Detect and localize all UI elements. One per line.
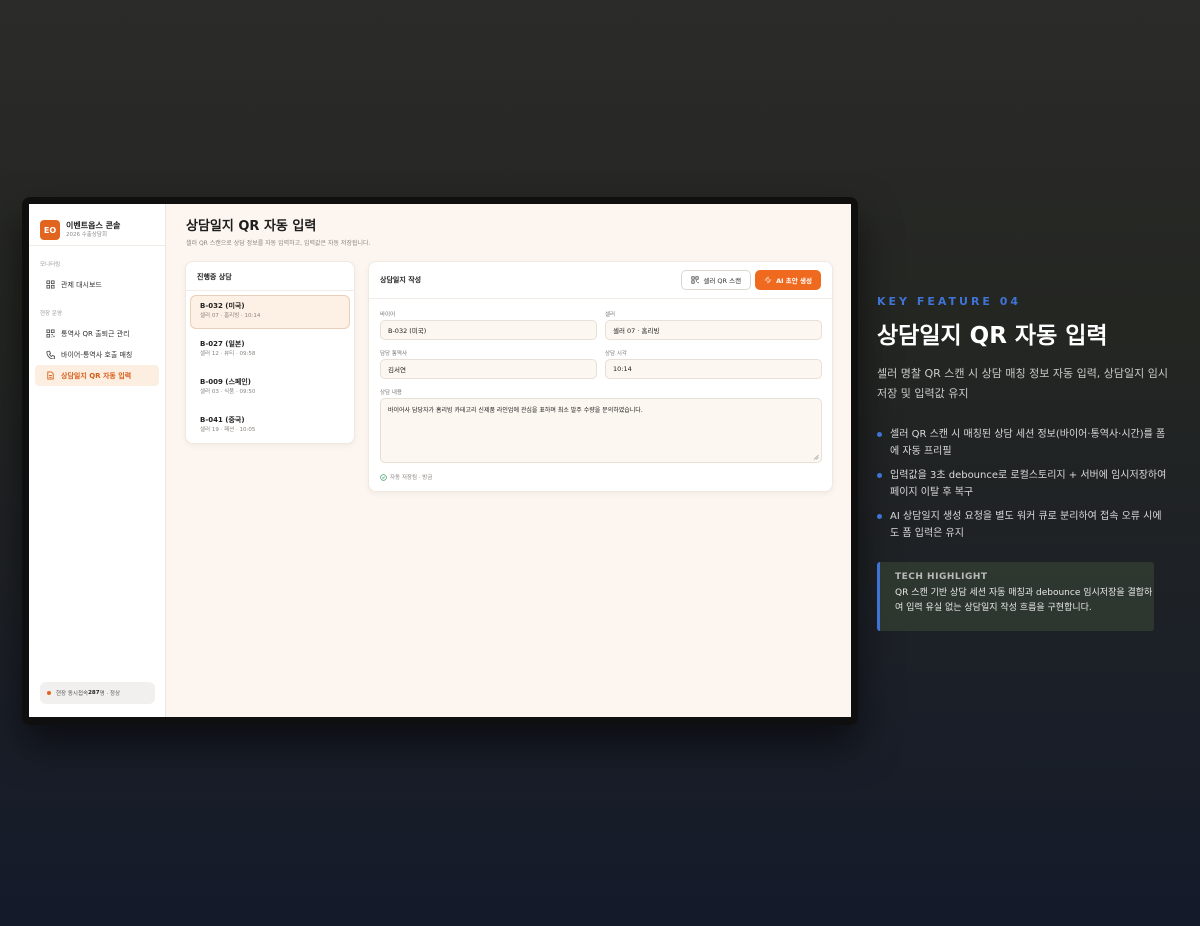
grid-icon	[46, 280, 55, 289]
page-description: 셀러 QR 스캔으로 상담 정보를 자동 입력하고, 입력값은 자동 저장됩니다…	[186, 240, 371, 247]
brand-name: 이벤트옵스 콘솔	[66, 221, 121, 230]
feature-bullet-text: AI 상담일지 생성 요청을 별도 워커 큐로 분리하여 접속 오류 시에도 폼…	[890, 511, 1162, 539]
consult-time-label: 상담 시각	[605, 351, 627, 357]
feature-bullet: 입력값을 3초 debounce로 로컬스토리지 + 서버에 임시저장하여 페이…	[877, 467, 1167, 501]
brand-logo: EO	[40, 220, 60, 240]
sidebar-item-call-matching[interactable]: 바이어-통역사 호출 매칭	[35, 344, 159, 365]
session-item[interactable]: B-032 (미국) 셀러 07 · 홈리빙 · 10:14	[190, 295, 350, 329]
session-meta: 셀러 12 · 뷰티 · 09:58	[200, 351, 256, 357]
session-item[interactable]: B-027 (일본) 셀러 12 · 뷰티 · 09:58	[190, 333, 350, 367]
page-title: 상담일지 QR 자동 입력	[186, 219, 317, 234]
sidebar: EO 이벤트옵스 콘솔 2026 수출상담회 모니터링 관제 대시보드 현장 운…	[29, 204, 166, 717]
feature-bullet: 셀러 QR 스캔 시 매칭된 상담 세션 정보(바이어·통역사·시간)를 폼에 …	[877, 426, 1167, 460]
session-title: B-027 (일본)	[200, 340, 245, 348]
tech-highlight-box: TECH HIGHLIGHT QR 스캔 기반 상담 세션 자동 매칭과 deb…	[877, 562, 1154, 631]
session-item[interactable]: B-009 (스페인) 셀러 03 · 식품 · 09:50	[190, 371, 350, 405]
feature-bullet-text: 입력값을 3초 debounce로 로컬스토리지 + 서버에 임시저장하여 페이…	[890, 470, 1167, 498]
sidebar-item-label: 통역사 QR 출퇴근 관리	[61, 329, 130, 338]
sidebar-item-label: 바이어-통역사 호출 매칭	[61, 350, 133, 359]
consult-log-title: 상담일지 작성	[380, 276, 422, 284]
check-circle-icon	[380, 473, 387, 481]
sidebar-item-label: 상담일지 QR 자동 입력	[61, 371, 132, 380]
seller-qr-scan-button[interactable]: 셀러 QR 스캔	[681, 270, 752, 290]
brand[interactable]: EO 이벤트옵스 콘솔 2026 수출상담회	[29, 204, 165, 246]
status-suffix: 명 · 정상	[99, 691, 121, 697]
seller-qr-scan-label: 셀러 QR 스캔	[703, 277, 742, 285]
content-textarea[interactable]: 바이어사 담당자가 홈리빙 카테고리 신제품 라인업에 관심을 표하며 최소 발…	[380, 398, 822, 463]
session-title: B-041 (중국)	[200, 416, 245, 424]
session-meta: 셀러 07 · 홈리빙 · 10:14	[200, 313, 261, 319]
qr-scan-icon	[691, 276, 700, 284]
interpreter-field[interactable]: 김서연	[380, 359, 597, 379]
nav-section-ops: 현장 운영	[40, 311, 62, 317]
resize-grip-icon[interactable]	[813, 454, 819, 460]
feature-description: 셀러 명찰 QR 스캔 시 상담 매칭 정보 자동 입력, 상담일지 임시저장 …	[877, 367, 1169, 400]
status-prefix: 현장 동시접속	[56, 691, 89, 697]
session-title: B-032 (미국)	[200, 302, 245, 310]
status-dot-icon	[47, 691, 51, 695]
sidebar-item-label: 관제 대시보드	[61, 280, 102, 289]
buyer-field[interactable]: B-032 (미국)	[380, 320, 597, 340]
feature-tag: KEY FEATURE 04	[877, 295, 1022, 308]
content-text: 바이어사 담당자가 홈리빙 카테고리 신제품 라인업에 관심을 표하며 최소 발…	[388, 407, 643, 414]
feature-bullet: AI 상담일지 생성 요청을 별도 워커 큐로 분리하여 접속 오류 시에도 폼…	[877, 508, 1167, 542]
session-title: B-009 (스페인)	[200, 378, 252, 386]
bullet-dot-icon	[877, 473, 882, 478]
brand-sub: 2026 수출상담회	[66, 232, 108, 238]
session-item[interactable]: B-041 (중국) 셀러 19 · 패션 · 10:05	[190, 409, 350, 443]
main-content: 상담일지 QR 자동 입력 셀러 QR 스캔으로 상담 정보를 자동 입력하고,…	[166, 204, 851, 717]
content-label: 상담 내용	[380, 390, 402, 396]
interpreter-label: 담당 통역사	[380, 351, 408, 357]
sidebar-item-qr-attendance[interactable]: 통역사 QR 출퇴근 관리	[35, 323, 159, 344]
autosave-status: 자동 저장됨 · 방금	[380, 473, 432, 481]
feature-bullets: 셀러 QR 스캔 시 매칭된 상담 세션 정보(바이어·통역사·시간)를 폼에 …	[877, 426, 1167, 549]
tech-highlight-text: QR 스캔 기반 상담 세션 자동 매칭과 debounce 임시저장을 결합하…	[895, 588, 1153, 613]
autosave-text: 자동 저장됨 · 방금	[390, 475, 433, 481]
tech-highlight-title: TECH HIGHLIGHT	[895, 572, 988, 582]
consult-log-card: 상담일지 작성 셀러 QR 스캔 AI 초안 생성 바이어 B-032 (미국)…	[368, 261, 833, 492]
nav-section-monitoring: 모니터링	[40, 262, 61, 268]
consult-time-field[interactable]: 10:14	[605, 359, 822, 379]
bullet-dot-icon	[877, 432, 882, 437]
seller-field[interactable]: 셀러 07 · 홈리빙	[605, 320, 822, 340]
qr-icon	[46, 329, 55, 338]
status-count: 287	[88, 690, 100, 696]
sparkle-icon	[764, 276, 772, 284]
session-meta: 셀러 19 · 패션 · 10:05	[200, 427, 256, 433]
feature-title: 상담일지 QR 자동 입력	[877, 323, 1108, 349]
document-icon	[47, 371, 54, 380]
session-list-title: 진행중 상담	[186, 262, 354, 291]
ai-draft-label: AI 초안 생성	[776, 277, 812, 285]
seller-label: 셀러	[605, 312, 616, 318]
phone-icon	[46, 350, 55, 359]
bullet-dot-icon	[877, 514, 882, 519]
feature-bullet-text: 셀러 QR 스캔 시 매칭된 상담 세션 정보(바이어·통역사·시간)를 폼에 …	[890, 429, 1166, 457]
connection-status: 현장 동시접속 287 명 · 정상	[40, 682, 155, 704]
app-screen: EO 이벤트옵스 콘솔 2026 수출상담회 모니터링 관제 대시보드 현장 운…	[29, 204, 851, 717]
buyer-label: 바이어	[380, 312, 396, 318]
sidebar-item-dashboard[interactable]: 관제 대시보드	[35, 274, 159, 295]
session-list-card: 진행중 상담 B-032 (미국) 셀러 07 · 홈리빙 · 10:14 B-…	[185, 261, 355, 444]
session-meta: 셀러 03 · 식품 · 09:50	[200, 389, 256, 395]
sidebar-item-consult-log[interactable]: 상담일지 QR 자동 입력	[35, 365, 159, 386]
ai-draft-button[interactable]: AI 초안 생성	[755, 270, 821, 290]
